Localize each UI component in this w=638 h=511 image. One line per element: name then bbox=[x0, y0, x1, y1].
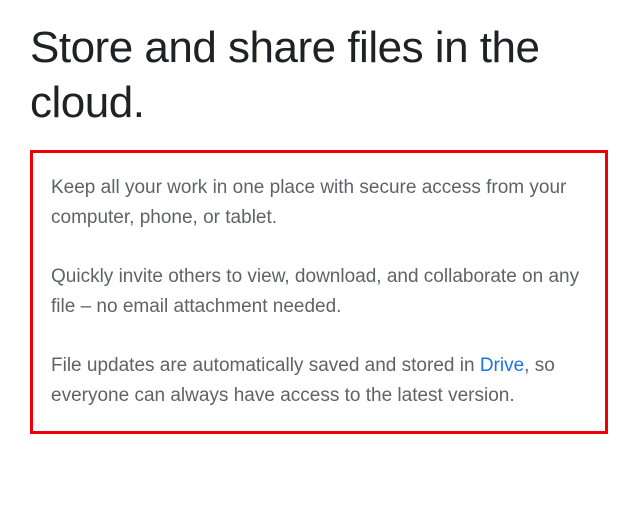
paragraph-1: Keep all your work in one place with sec… bbox=[51, 173, 587, 234]
highlighted-content-box: Keep all your work in one place with sec… bbox=[30, 150, 608, 434]
paragraph-3: File updates are automatically saved and… bbox=[51, 351, 587, 412]
page-heading: Store and share files in the cloud. bbox=[30, 20, 608, 130]
paragraph-2: Quickly invite others to view, download,… bbox=[51, 262, 587, 323]
drive-link[interactable]: Drive bbox=[480, 355, 524, 376]
paragraph-3-before: File updates are automatically saved and… bbox=[51, 355, 480, 376]
